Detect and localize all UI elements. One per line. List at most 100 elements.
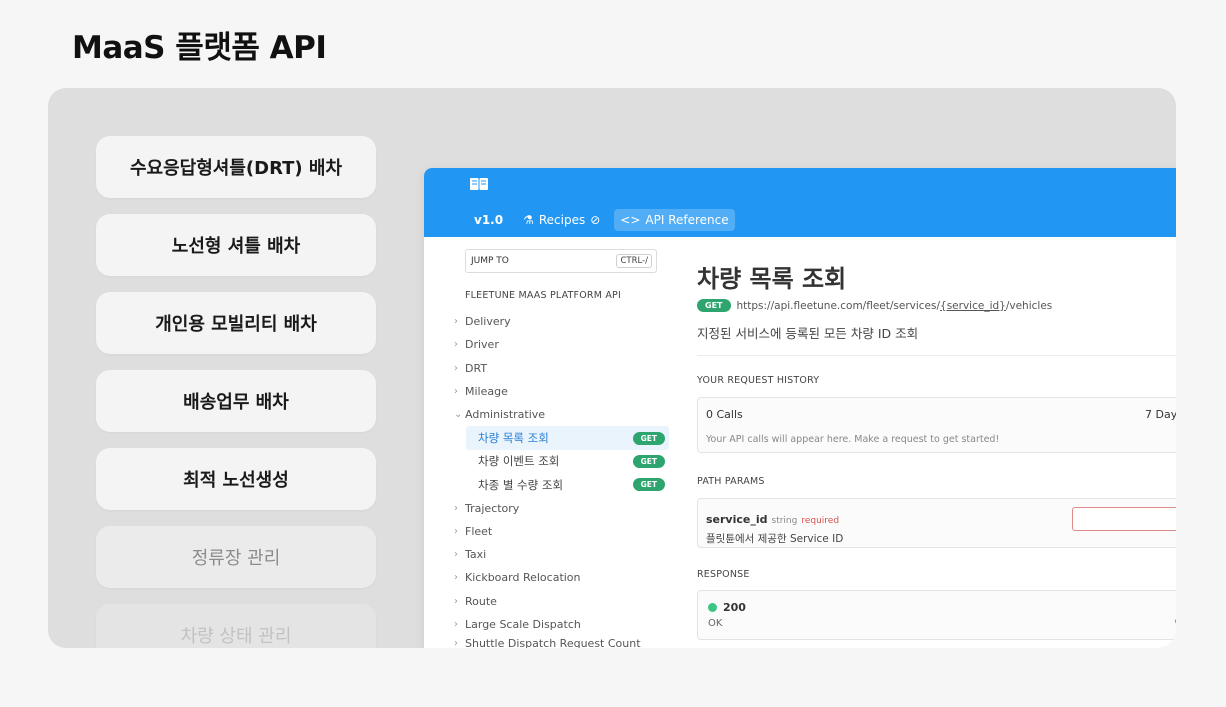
sidebar-item-label: Fleet — [465, 524, 493, 538]
sidebar-item-label: Large Scale Dispatch — [465, 618, 581, 631]
sidebar-item-delivery[interactable]: › Delivery — [454, 310, 669, 333]
sidebar-item-shuttle-dispatch-count[interactable]: › Shuttle Dispatch Request Count — [454, 636, 669, 648]
history-range-selector[interactable]: 7 Days — [1145, 408, 1176, 421]
collapse-arrow-icon[interactable]: ↙ — [1174, 613, 1176, 626]
chevron-right-icon: › — [454, 595, 458, 607]
feature-card-route-generation[interactable]: 최적 노선생성 — [96, 448, 376, 510]
response-code: 200 — [723, 601, 746, 614]
param-required-badge: required — [801, 516, 840, 526]
sidebar-item-route[interactable]: › Route — [454, 590, 669, 613]
feature-card-delivery[interactable]: 배송업무 배차 — [96, 370, 376, 432]
url-prefix: https://api.fleetune.com/fleet/services/ — [736, 299, 941, 312]
endpoint-title: 차량 목록 조회 — [697, 265, 847, 293]
feature-card-stop-management[interactable]: 정류장 관리 — [96, 526, 376, 588]
sidebar-item-driver[interactable]: › Driver — [454, 333, 669, 356]
docs-nav: v1.0 ⚗ Recipes ⊘ <> API Reference — [468, 209, 735, 231]
response-heading: RESPONSE — [697, 569, 750, 580]
chevron-right-icon: › — [454, 525, 458, 537]
sidebar-item-label: Taxi — [465, 548, 487, 562]
tab-api-reference[interactable]: <> API Reference — [614, 209, 735, 231]
service-id-input[interactable] — [1072, 507, 1176, 531]
method-badge: GET — [632, 431, 665, 445]
sidebar-item-drt[interactable]: › DRT — [454, 357, 669, 380]
sidebar-item-label: Kickboard Relocation — [465, 571, 581, 585]
sidebar-subitem-vehicle-events[interactable]: 차량 이벤트 조회 GET — [466, 450, 669, 473]
shortcut-hint: CTRL-/ — [616, 254, 652, 268]
api-docs-screenshot: v1.0 ⚗ Recipes ⊘ <> API Reference JUMP T… — [424, 168, 1176, 648]
response-text: OK — [708, 618, 723, 629]
sidebar-item-trajectory[interactable]: › Trajectory — [454, 496, 669, 519]
history-heading: YOUR REQUEST HISTORY — [697, 375, 820, 386]
feature-card-personal-mobility[interactable]: 개인용 모빌리티 배차 — [96, 292, 376, 354]
param-description: 플릿튠에서 제공한 Service ID — [706, 533, 844, 545]
sidebar-subitem-vehicle-list[interactable]: 차량 목록 조회 GET — [466, 426, 669, 450]
sidebar-item-label: Shuttle Dispatch Request Count — [465, 636, 641, 648]
book-icon[interactable] — [469, 176, 489, 192]
path-param-row: service_id string required 플릿튠에서 제공한 Servi… — [697, 498, 1176, 548]
chevron-right-icon: › — [454, 549, 458, 561]
chevron-right-icon: › — [454, 502, 458, 514]
tab-recipes[interactable]: ⚗ Recipes ⊘ — [517, 209, 606, 231]
path-params-heading: PATH PARAMS — [697, 476, 765, 487]
feature-card-drt[interactable]: 수요응답형셔틀(DRT) 배차 — [96, 136, 376, 198]
sidebar-subitem-label: 차종 별 수량 조회 — [478, 477, 564, 492]
sidebar-subitem-vehicle-type-count[interactable]: 차종 별 수량 조회 GET — [466, 473, 669, 496]
request-history-box: 0 Calls 7 Days Your API calls will appea… — [697, 397, 1176, 453]
sidebar-item-administrative[interactable]: ⌄ Administrative — [454, 403, 669, 426]
sidebar-item-label: DRT — [465, 361, 488, 375]
chevron-right-icon: › — [454, 316, 458, 328]
chevron-right-icon: › — [454, 362, 458, 374]
chevron-right-icon: › — [454, 572, 458, 584]
status-dot-icon — [708, 603, 717, 612]
param-name: service_id — [706, 513, 768, 526]
sidebar-item-label: Driver — [465, 338, 499, 352]
endpoint-url-row: GET https://api.fleetune.com/fleet/servi… — [697, 299, 1052, 312]
chevron-right-icon: › — [454, 619, 458, 630]
sidebar-subitem-label: 차량 이벤트 조회 — [478, 454, 560, 469]
sidebar-heading: FLEETUNE MAAS PLATFORM API — [465, 290, 621, 301]
tab-recipes-label: Recipes — [538, 213, 586, 227]
sidebar-item-label: Mileage — [465, 385, 508, 399]
sidebar-item-label: Delivery — [465, 315, 511, 329]
call-count: 0 Calls — [706, 407, 743, 421]
feature-card-route-shuttle[interactable]: 노선형 셔틀 배차 — [96, 214, 376, 276]
jump-to-label: JUMP TO — [471, 256, 509, 266]
sidebar-item-fleet[interactable]: › Fleet — [454, 520, 669, 543]
sidebar-item-label: Administrative — [465, 408, 546, 422]
sidebar-item-label: Route — [465, 594, 497, 608]
endpoint-url: https://api.fleetune.com/fleet/services/… — [737, 300, 1053, 312]
method-badge: GET — [632, 478, 665, 492]
chevron-right-icon: › — [454, 339, 458, 351]
method-badge: GET — [697, 299, 731, 312]
endpoint-description: 지정된 서비스에 등록된 모든 차량 ID 조회 — [697, 326, 919, 341]
sidebar-item-large-scale-dispatch[interactable]: › Large Scale Dispatch — [454, 613, 669, 636]
sidebar-menu: › Delivery › Driver › DRT › Mileage ⌄ Adminis… — [454, 310, 669, 648]
code-icon: <> — [620, 213, 641, 227]
flask-icon: ⚗ — [523, 213, 534, 227]
chevron-down-icon: ⌄ — [454, 409, 463, 421]
sidebar-item-taxi[interactable]: › Taxi — [454, 543, 669, 566]
url-path-variable: {service_id} — [940, 299, 1006, 312]
jump-to-search[interactable]: JUMP TO CTRL-/ — [465, 249, 657, 273]
param-type: string — [771, 516, 798, 526]
method-badge: GET — [632, 454, 665, 468]
sidebar-item-label: Trajectory — [465, 501, 520, 515]
endpoint-detail: 차량 목록 조회 GET https://api.fleetune.com/fl… — [697, 237, 1176, 648]
chevron-right-icon: › — [454, 386, 458, 398]
docs-header: v1.0 ⚗ Recipes ⊘ <> API Reference — [424, 168, 1176, 237]
sidebar-item-kickboard-relocation[interactable]: › Kickboard Relocation — [454, 566, 669, 589]
url-suffix: /vehicles — [1005, 299, 1053, 312]
response-box[interactable]: 200 OK ↙ — [697, 590, 1176, 640]
feature-card-vehicle-status[interactable]: 차량 상태 관리 — [96, 604, 376, 648]
divider — [697, 355, 1176, 356]
version-selector[interactable]: v1.0 — [468, 209, 509, 231]
page-title: MaaS 플랫폼 API — [72, 30, 327, 66]
sidebar-item-mileage[interactable]: › Mileage — [454, 380, 669, 403]
showcase-panel: 수요응답형셔틀(DRT) 배차 노선형 셔틀 배차 개인용 모빌리티 배차 배송… — [48, 88, 1176, 648]
docs-sidebar: JUMP TO CTRL-/ FLEETUNE MAAS PLATFORM AP… — [424, 237, 679, 648]
tab-api-reference-label: API Reference — [645, 213, 729, 227]
feature-card-list: 수요응답형셔틀(DRT) 배차 노선형 셔틀 배차 개인용 모빌리티 배차 배송… — [96, 136, 376, 648]
chevron-right-icon: › — [454, 637, 458, 648]
sidebar-subitem-label: 차량 목록 조회 — [478, 431, 549, 446]
history-hint: Your API calls will appear here. Make a … — [706, 434, 1000, 445]
